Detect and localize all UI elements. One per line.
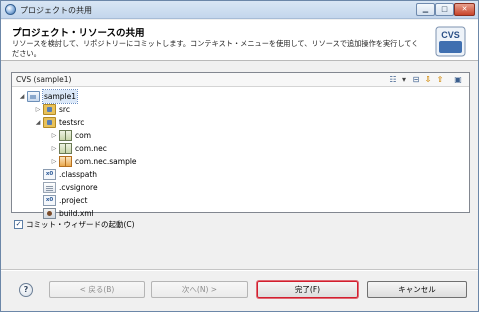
minimize-button[interactable]: ▁	[416, 3, 435, 16]
tree-item-label: .project	[59, 196, 88, 205]
cancel-button[interactable]: キャンセル	[367, 281, 467, 298]
launch-commit-wizard-label: コミット・ウィザードの起動(C)	[26, 220, 135, 229]
cvs-icon-text: CVS	[441, 30, 460, 40]
xml-file-icon: x0	[43, 169, 56, 180]
expanded-twisty-icon[interactable]: ◢	[18, 90, 26, 103]
collapsed-twisty-icon[interactable]: ▷	[50, 129, 58, 142]
source-folder-icon	[43, 117, 56, 128]
tree-item-classpath[interactable]: x0 .classpath	[34, 168, 97, 181]
tree-item-label: com.nec	[75, 144, 107, 153]
tree-item-label: com.nec.sample	[75, 157, 137, 166]
share-project-dialog: プロジェクトの共用 ▁ □ ✕ プロジェクト・リソースの共用 リソースを検討して…	[0, 0, 479, 312]
tree-mode-icon[interactable]: ☷	[388, 74, 398, 85]
pin-icon[interactable]: ▣	[453, 74, 463, 85]
help-icon[interactable]: ?	[19, 283, 33, 297]
view-menu-dropdown-icon[interactable]: ▾	[399, 74, 409, 85]
tree-item-label: com	[75, 131, 92, 140]
tree-item-label: .classpath	[59, 170, 98, 179]
banner-description: リソースを検討して、リポジトリーにコミットします。コンテキスト・メニューを使用し…	[12, 39, 419, 58]
expanded-twisty-icon[interactable]: ◢	[34, 116, 42, 129]
collapsed-twisty-icon[interactable]: ▷	[50, 155, 58, 168]
launch-commit-wizard-checkbox[interactable]: ✓	[14, 220, 23, 229]
collapse-all-icon[interactable]: ⊟	[411, 74, 421, 85]
launch-commit-wizard-option[interactable]: ✓ コミット・ウィザードの起動(C)	[14, 219, 135, 230]
wizard-banner: プロジェクト・リソースの共用 リソースを検討して、リポジトリーにコミットします。…	[1, 20, 478, 61]
title-bar: プロジェクトの共用 ▁ □ ✕	[1, 1, 478, 19]
tree-item-testsrc[interactable]: ◢ testsrc	[34, 116, 84, 129]
maximize-button[interactable]: □	[435, 3, 454, 16]
back-button[interactable]: < 戻る(B)	[49, 281, 145, 298]
tree-item-label: src	[59, 105, 70, 114]
ant-file-icon	[43, 208, 56, 219]
collapsed-twisty-icon[interactable]: ▷	[34, 103, 42, 116]
panel-header: CVS (sample1) ☷ ▾ ⊟ ⇩ ⇧ ▣	[12, 73, 469, 87]
cvs-repository-icon: CVS	[435, 26, 466, 57]
tree-item-src[interactable]: ▷ src	[34, 103, 70, 116]
next-button[interactable]: 次へ(N) >	[151, 281, 248, 298]
tree-item-label: sample1	[41, 89, 79, 104]
package-icon	[59, 143, 72, 154]
package-icon	[59, 130, 72, 141]
window-title: プロジェクトの共用	[20, 6, 92, 15]
close-button[interactable]: ✕	[454, 3, 475, 16]
changes-panel: CVS (sample1) ☷ ▾ ⊟ ⇩ ⇧ ▣ ◢ sample1 ▷ sr…	[11, 72, 470, 219]
tree-item-com-nec[interactable]: ▷ com.nec	[50, 142, 107, 155]
tree-item-label: testsrc	[59, 118, 85, 127]
next-change-icon[interactable]: ⇩	[423, 74, 433, 85]
banner-title: プロジェクト・リソースの共用	[12, 28, 145, 39]
xml-file-icon: x0	[43, 195, 56, 206]
panel-title: CVS (sample1)	[16, 75, 72, 84]
project-icon	[27, 91, 40, 102]
tree-item-label: .cvsignore	[59, 183, 98, 192]
tree-item-com[interactable]: ▷ com	[50, 129, 91, 142]
previous-change-icon[interactable]: ⇧	[435, 74, 445, 85]
tree-item-cvsignore[interactable]: .cvsignore	[34, 181, 98, 194]
tree-item-com-nec-sample[interactable]: ▷ com.nec.sample	[50, 155, 137, 168]
source-folder-icon	[43, 104, 56, 115]
package-orange-icon	[59, 156, 72, 167]
finish-button[interactable]: 完了(F)	[257, 281, 358, 298]
button-separator	[1, 269, 478, 271]
collapsed-twisty-icon[interactable]: ▷	[50, 142, 58, 155]
text-file-icon	[43, 182, 56, 193]
tree-item-project[interactable]: x0 .project	[34, 194, 87, 207]
tree-item-sample1[interactable]: ◢ sample1	[18, 89, 79, 104]
eclipse-app-icon	[5, 4, 16, 15]
